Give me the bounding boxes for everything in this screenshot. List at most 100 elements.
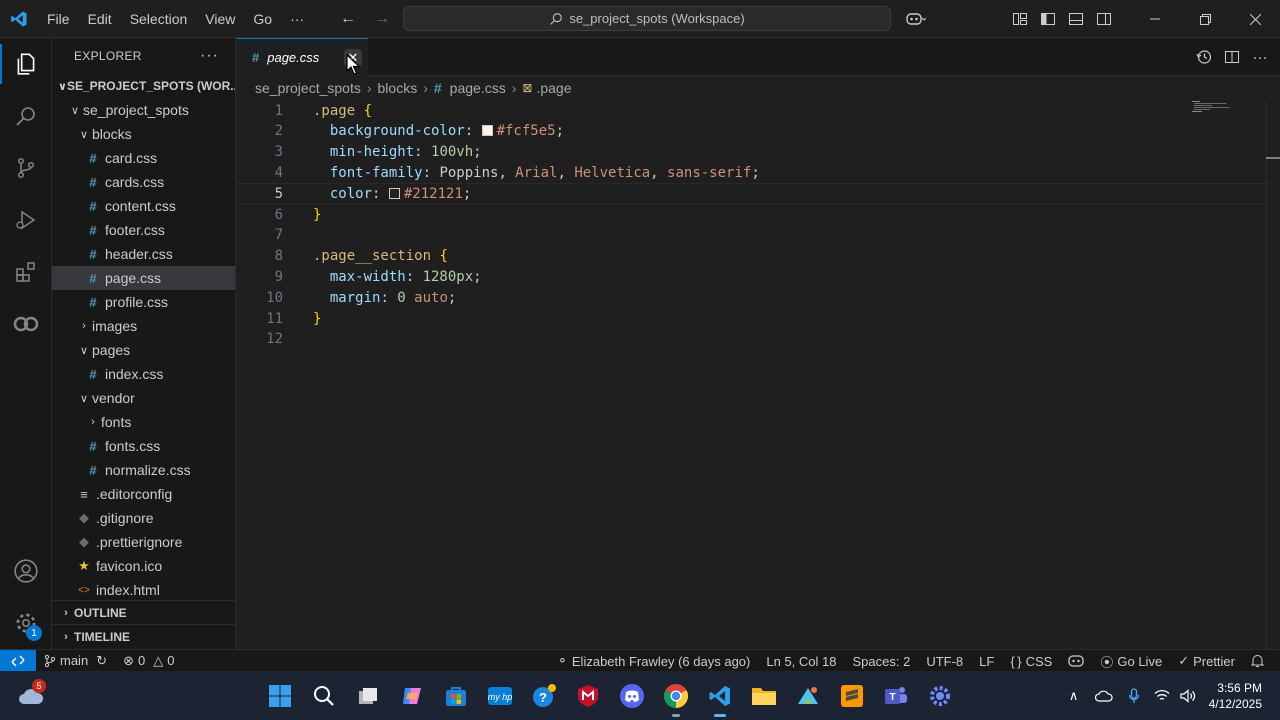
back-arrow-icon[interactable]: ←: [340, 10, 356, 28]
code-line[interactable]: 5 color: #212121;: [236, 183, 1266, 205]
copilot-app-icon[interactable]: [397, 681, 427, 711]
menu-more[interactable]: ···: [281, 0, 313, 38]
cursor-position[interactable]: Ln 5, Col 18: [758, 650, 844, 672]
language-mode[interactable]: { } CSS: [1002, 650, 1060, 672]
code-line[interactable]: 12: [236, 329, 1266, 350]
paint-app-icon[interactable]: [793, 681, 823, 711]
menu-file[interactable]: File: [38, 0, 79, 38]
tree-file[interactable]: # fonts.css: [52, 434, 235, 458]
command-center-search[interactable]: se_project_spots (Workspace): [403, 6, 891, 31]
manage-gear-icon[interactable]: 1: [0, 597, 52, 649]
tree-file[interactable]: # index.css: [52, 362, 235, 386]
menu-selection[interactable]: Selection: [121, 0, 197, 38]
toggle-panel-icon[interactable]: [1062, 0, 1090, 38]
restore-button[interactable]: [1180, 0, 1230, 38]
toggle-primary-sidebar-icon[interactable]: [1034, 0, 1062, 38]
indentation[interactable]: Spaces: 2: [844, 650, 918, 672]
search-icon[interactable]: [0, 90, 52, 142]
minimap[interactable]: [1192, 100, 1232, 120]
code-line[interactable]: 2 background-color: #fcf5e5;: [236, 121, 1266, 142]
volume-icon[interactable]: [1175, 681, 1201, 711]
explorer-icon[interactable]: [0, 38, 52, 90]
breadcrumb-item[interactable]: page.css: [450, 80, 506, 96]
tree-file[interactable]: ◆ .prettierignore: [52, 530, 235, 554]
start-button[interactable]: [265, 681, 295, 711]
notifications-bell-icon[interactable]: [1243, 650, 1272, 672]
color-swatch[interactable]: [481, 125, 493, 137]
problems-status[interactable]: ⊗ 0 △ 0: [115, 650, 182, 672]
copilot-status[interactable]: [1060, 650, 1092, 672]
tree-file[interactable]: <> index.html: [52, 578, 235, 602]
code-line[interactable]: 9 max-width: 1280px;: [236, 266, 1266, 287]
sublime-text-icon[interactable]: [837, 681, 867, 711]
onedrive-cloud-icon[interactable]: [1089, 681, 1119, 711]
tree-file[interactable]: # normalize.css: [52, 458, 235, 482]
code-editor[interactable]: 1 .page {2 background-color: #fcf5e5; 3 mi…: [236, 100, 1266, 649]
timeline-section[interactable]: › TIMELINE: [52, 624, 236, 648]
wifi-icon[interactable]: [1149, 681, 1175, 711]
timeline-history-icon[interactable]: [1190, 38, 1218, 76]
tree-file[interactable]: ≡ .editorconfig: [52, 482, 235, 506]
outline-section[interactable]: › OUTLINE: [52, 600, 236, 624]
tree-folder[interactable]: ∨ vendor: [52, 386, 235, 410]
tree-folder[interactable]: › images: [52, 314, 235, 338]
code-line[interactable]: 11}: [236, 308, 1266, 329]
prettier-status[interactable]: ✓ Prettier: [1170, 650, 1243, 672]
customize-layout-icon[interactable]: [1006, 0, 1034, 38]
tree-file[interactable]: # page.css: [52, 266, 235, 290]
mcafee-icon[interactable]: [573, 681, 603, 711]
tree-file[interactable]: # cards.css: [52, 170, 235, 194]
code-line[interactable]: 10 margin: 0 auto;: [236, 287, 1266, 308]
menu-go[interactable]: Go: [244, 0, 281, 38]
remote-indicator[interactable]: [0, 649, 36, 672]
more-editor-actions-icon[interactable]: ···: [1246, 38, 1274, 76]
breadcrumb-item[interactable]: blocks: [378, 80, 418, 96]
code-line[interactable]: 3 min-height: 100vh;: [236, 142, 1266, 163]
taskbar-search-icon[interactable]: [309, 681, 339, 711]
menu-view[interactable]: View: [196, 0, 244, 38]
tree-folder[interactable]: ∨ se_project_spots: [52, 98, 235, 122]
toggle-secondary-sidebar-icon[interactable]: [1090, 0, 1118, 38]
vscode-taskbar-icon[interactable]: [705, 681, 735, 717]
breadcrumb-item[interactable]: .page: [536, 80, 571, 96]
run-debug-icon[interactable]: [0, 194, 52, 246]
remote-explorer-icon[interactable]: [0, 298, 52, 350]
tree-file[interactable]: # footer.css: [52, 218, 235, 242]
encoding[interactable]: UTF-8: [918, 650, 971, 672]
get-help-icon[interactable]: ?: [529, 681, 559, 711]
code-line[interactable]: 1 .page {: [236, 100, 1266, 121]
tree-file[interactable]: # profile.css: [52, 290, 235, 314]
end-of-line[interactable]: LF: [971, 650, 1002, 672]
forward-arrow-icon[interactable]: →: [374, 10, 390, 28]
close-window-button[interactable]: [1230, 0, 1280, 38]
microphone-icon[interactable]: [1119, 681, 1149, 711]
source-control-icon[interactable]: [0, 142, 52, 194]
taskbar-clock[interactable]: 3:56 PM 4/12/2025: [1201, 680, 1280, 712]
tree-file[interactable]: ◆ .gitignore: [52, 506, 235, 530]
tree-file[interactable]: ★ favicon.ico: [52, 554, 235, 578]
tree-file[interactable]: # content.css: [52, 194, 235, 218]
tree-folder[interactable]: › fonts: [52, 410, 235, 434]
code-line[interactable]: 8 .page__section {: [236, 246, 1266, 267]
settings-app-icon[interactable]: [925, 681, 955, 711]
sync-icon[interactable]: ↻: [96, 653, 107, 669]
menu-edit[interactable]: Edit: [79, 0, 121, 38]
tree-file[interactable]: # card.css: [52, 146, 235, 170]
tree-file[interactable]: # header.css: [52, 242, 235, 266]
branch-status[interactable]: main ↻: [36, 650, 115, 672]
microsoft-store-icon[interactable]: [441, 681, 471, 711]
code-line[interactable]: 7: [236, 225, 1266, 246]
myhp-app-icon[interactable]: my hp: [485, 681, 515, 711]
git-blame-status[interactable]: ⚬ Elizabeth Frawley (6 days ago): [549, 650, 758, 672]
discord-icon[interactable]: [617, 681, 647, 711]
code-line[interactable]: 6}: [236, 204, 1266, 225]
copilot-icon[interactable]: [894, 0, 936, 38]
split-editor-icon[interactable]: [1218, 38, 1246, 76]
color-swatch[interactable]: [388, 187, 400, 199]
file-explorer-icon[interactable]: [749, 681, 779, 711]
tree-folder[interactable]: ∨ pages: [52, 338, 235, 362]
minimize-button[interactable]: [1130, 0, 1180, 38]
task-view-icon[interactable]: [353, 681, 383, 711]
show-hidden-icons-chevron-icon[interactable]: ∧: [1059, 681, 1089, 711]
more-actions-icon[interactable]: ···: [200, 47, 219, 65]
